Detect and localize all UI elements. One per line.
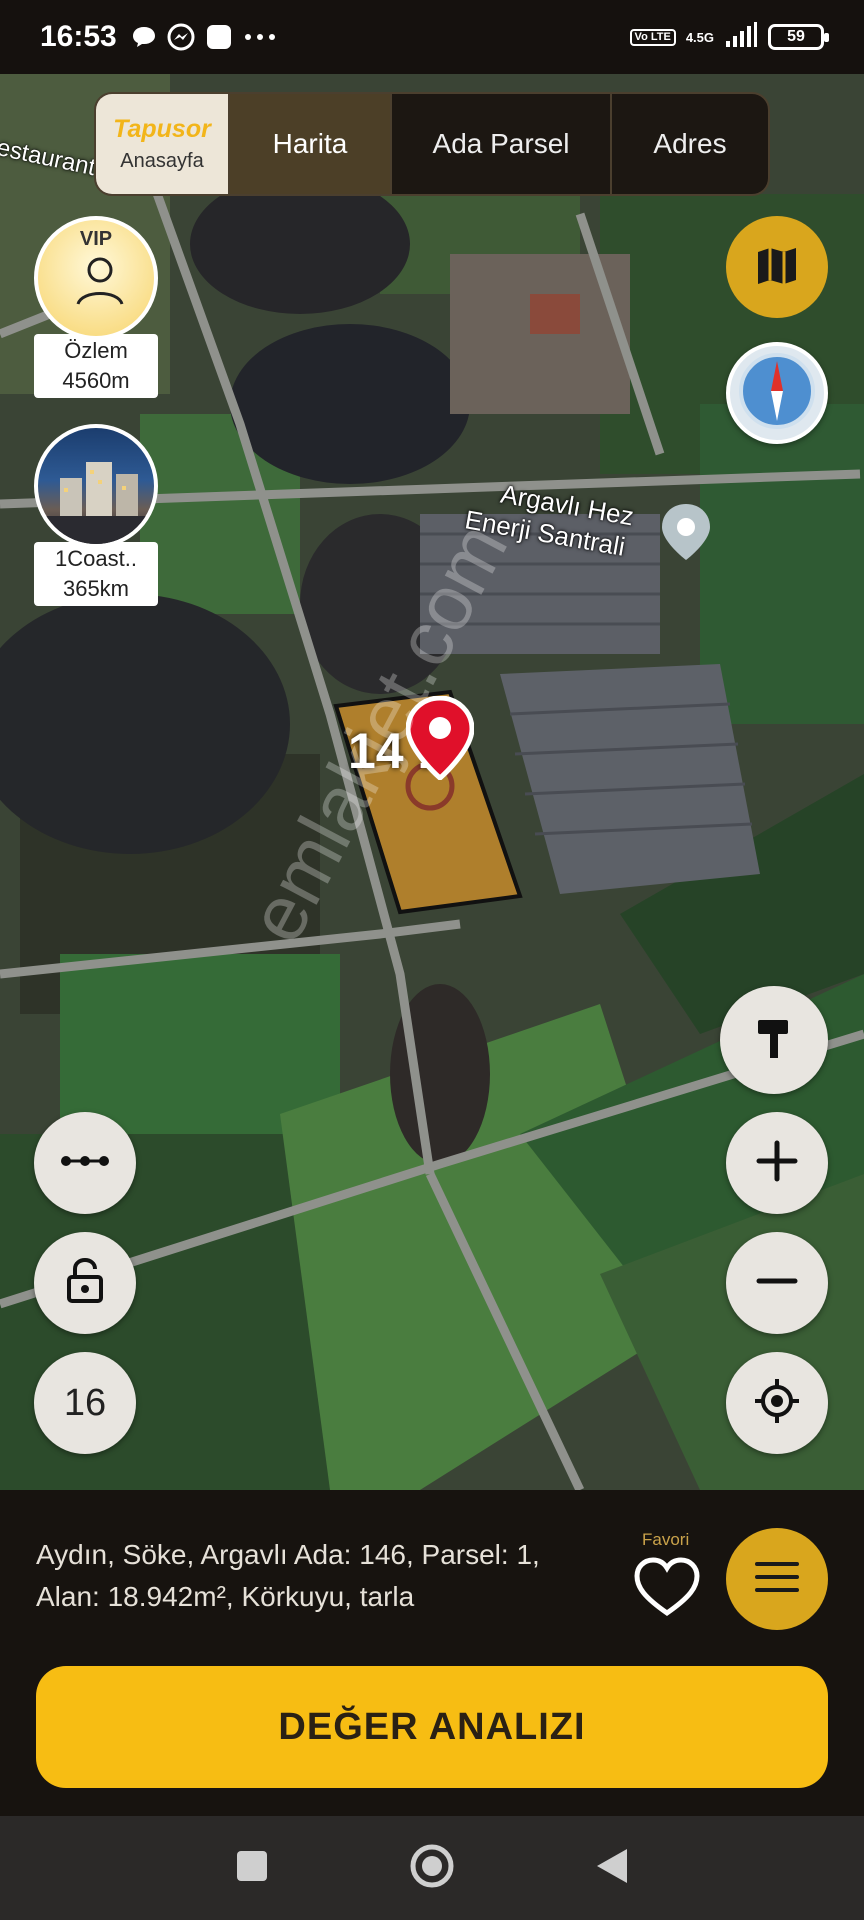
tab-harita[interactable]: Harita (228, 94, 390, 194)
minus-icon (755, 1259, 799, 1308)
system-navigation-bar (0, 1816, 864, 1920)
poi-vip-label: Özlem 4560m (34, 334, 158, 398)
home-button[interactable]: Tapusor Anasayfa (96, 94, 228, 194)
zoom-level-indicator[interactable]: 16 (34, 1352, 136, 1454)
top-navigation: Tapusor Anasayfa Harita Ada Parsel Adres (94, 92, 770, 196)
vip-badge: VIP (79, 228, 113, 250)
zoom-level-value: 16 (63, 1381, 107, 1424)
heart-icon (634, 1556, 700, 1622)
parcel-info-text: Aydın, Söke, Argavlı Ada: 146, Parsel: 1… (36, 1534, 596, 1618)
hammer-icon (752, 1016, 796, 1065)
favorite-label: Favori (642, 1530, 690, 1549)
map-layers-button[interactable] (726, 216, 828, 318)
tab-adres[interactable]: Adres (610, 94, 768, 194)
volte-badge: Vo LTE (629, 28, 676, 46)
zoom-in-button[interactable] (726, 1112, 828, 1214)
poi-1coast-name: 1Coast.. (55, 546, 137, 571)
home-circle-icon[interactable] (409, 1843, 455, 1894)
poi-vip-distance: 4560m (62, 368, 130, 393)
user-icon (74, 254, 126, 315)
locate-me-button[interactable] (726, 1352, 828, 1454)
status-bar: 16:53 Vo LTE 4.5G 59 (0, 0, 864, 74)
back-triangle-icon[interactable] (595, 1847, 629, 1890)
brand-logo: Tapusor (113, 115, 211, 143)
home-label: Anasayfa (120, 150, 204, 172)
status-right: Vo LTE 4.5G 59 (629, 0, 829, 74)
recent-apps-icon[interactable] (235, 1849, 269, 1888)
poi-vip[interactable]: VIP Özlem 4560m (34, 216, 158, 398)
chat-bubble-icon (131, 25, 157, 49)
map-icon (754, 242, 800, 293)
parcel-info-line1: Aydın, Söke, Argavlı Ada: 146, Parsel: 1… (36, 1539, 540, 1570)
parcel-info-panel: Aydın, Söke, Argavlı Ada: 146, Parsel: 1… (0, 1490, 864, 1816)
battery-indicator: 59 (768, 24, 829, 50)
lock-button[interactable] (34, 1232, 136, 1334)
poi-1coast-avatar[interactable] (34, 424, 158, 548)
distance-tool-button[interactable] (34, 1112, 136, 1214)
locate-icon (753, 1377, 801, 1430)
zoom-out-button[interactable] (726, 1232, 828, 1334)
status-time: 16:53 (40, 20, 117, 53)
parcel-info-line2: Alan: 18.942m², Körkuyu, tarla (36, 1581, 415, 1612)
poi-1coast-distance: 365km (62, 576, 130, 601)
hamburger-icon (755, 1560, 799, 1599)
unlock-icon (65, 1257, 105, 1310)
poi-vip-avatar[interactable]: VIP (34, 216, 158, 340)
menu-button[interactable] (726, 1528, 828, 1630)
measure-icon (60, 1151, 110, 1176)
poi-1coast[interactable]: 1Coast.. 365km (34, 424, 158, 606)
favorite-button[interactable] (632, 1556, 702, 1622)
compass-button[interactable] (726, 342, 828, 444)
plus-icon (755, 1139, 799, 1188)
poi-vip-name: Özlem (64, 338, 128, 363)
more-dots-icon (243, 32, 277, 42)
plant-location-pin-icon[interactable] (660, 502, 712, 567)
building-photo (38, 462, 154, 544)
poi-1coast-label: 1Coast.. 365km (34, 542, 158, 606)
compass-icon (735, 349, 819, 438)
app-square-icon (205, 23, 233, 51)
network-type: 4.5G (685, 29, 714, 45)
value-analysis-button[interactable]: DEĞER ANALIZI (36, 1666, 828, 1788)
tab-ada-parsel[interactable]: Ada Parsel (390, 94, 610, 194)
signal-icon (724, 21, 758, 54)
messenger-icon (167, 23, 195, 51)
measure-tool-button[interactable] (720, 986, 828, 1094)
